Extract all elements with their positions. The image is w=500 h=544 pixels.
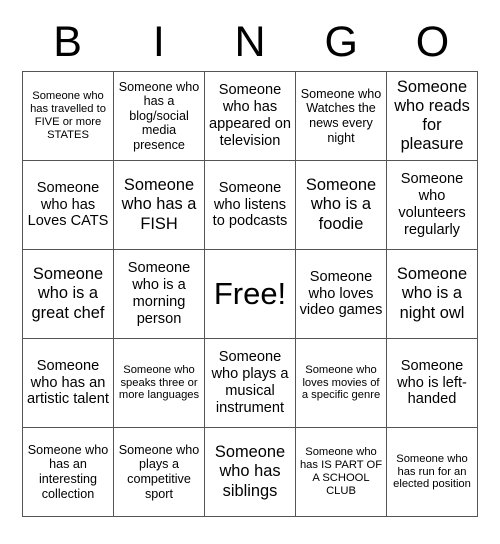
bingo-cell[interactable]: Someone who loves video games — [296, 250, 387, 339]
bingo-cell-label: Someone who plays a competitive sport — [118, 442, 200, 501]
header-letter-b: B — [53, 17, 82, 66]
bingo-cell-label: Someone who is left-handed — [397, 357, 467, 408]
bingo-cell-label: Someone who loves video games — [299, 268, 383, 319]
bingo-cell-free[interactable]: Free! — [205, 250, 296, 339]
bingo-cell[interactable]: Someone who plays a competitive sport — [114, 428, 205, 517]
bingo-cell[interactable]: Someone who plays a musical instrument — [205, 339, 296, 428]
bingo-cell[interactable]: Someone who has an interesting collectio… — [23, 428, 114, 517]
bingo-cell-label: Someone who has appeared on television — [209, 82, 291, 149]
bingo-cell-label: Someone who has an artistic talent — [27, 357, 109, 408]
header-letter-i: I — [152, 17, 165, 66]
bingo-cell-label: Someone who loves movies of a specific g… — [301, 363, 381, 402]
bingo-cell[interactable]: Someone who is a foodie — [296, 161, 387, 250]
bingo-cell-label: Someone who has siblings — [214, 443, 286, 500]
bingo-cell-label: Someone who has IS PART OF A SCHOOL CLUB — [299, 446, 383, 497]
bingo-cell[interactable]: Someone who is a night owl — [387, 250, 478, 339]
bingo-cell-label: Someone who speaks three or more languag… — [118, 363, 200, 402]
bingo-free-label: Free! — [213, 275, 287, 311]
bingo-cell[interactable]: Someone who has Loves CATS — [23, 161, 114, 250]
bingo-cell[interactable]: Someone who loves movies of a specific g… — [296, 339, 387, 428]
bingo-cell[interactable]: Someone who has IS PART OF A SCHOOL CLUB — [296, 428, 387, 517]
bingo-cell[interactable]: Someone who volunteers regularly — [387, 161, 478, 250]
bingo-cell[interactable]: Someone who reads for pleasure — [387, 72, 478, 161]
header-letter-n: N — [234, 17, 266, 66]
bingo-cell[interactable]: Someone who is a great chef — [23, 250, 114, 339]
bingo-cell[interactable]: Someone who is a morning person — [114, 250, 205, 339]
bingo-grid: Someone who has travelled to FIVE or mor… — [22, 71, 478, 517]
bingo-cell[interactable]: Someone who Watches the news every night — [296, 72, 387, 161]
header-letter-o: O — [415, 17, 450, 66]
bingo-cell-label: Someone who is a morning person — [127, 260, 191, 327]
bingo-cell[interactable]: Someone who has siblings — [205, 428, 296, 517]
bingo-cell[interactable]: Someone who has a FISH — [114, 161, 205, 250]
bingo-cell[interactable]: Someone who has travelled to FIVE or mor… — [23, 72, 114, 161]
bingo-header: B I N G O — [22, 14, 478, 70]
bingo-cell-label: Someone who has an interesting collectio… — [27, 442, 109, 501]
bingo-cell-label: Someone who has travelled to FIVE or mor… — [30, 90, 106, 141]
bingo-cell-label: Someone who listens to podcasts — [212, 179, 288, 230]
bingo-cell[interactable]: Someone who is left-handed — [387, 339, 478, 428]
bingo-cell-label: Someone who is a night owl — [396, 265, 468, 322]
bingo-card: B I N G O Someone who has travelled to F… — [0, 0, 500, 544]
bingo-cell[interactable]: Someone who has an artistic talent — [23, 339, 114, 428]
bingo-cell[interactable]: Someone who has a blog/social media pres… — [114, 72, 205, 161]
bingo-cell[interactable]: Someone who has appeared on television — [205, 72, 296, 161]
bingo-cell[interactable]: Someone who has run for an elected posit… — [387, 428, 478, 517]
bingo-cell-label: Someone who is a foodie — [305, 176, 377, 233]
bingo-cell[interactable]: Someone who speaks three or more languag… — [114, 339, 205, 428]
bingo-cell-label: Someone who Watches the news every night — [300, 86, 382, 145]
bingo-cell-label: Someone who plays a musical instrument — [211, 349, 289, 416]
bingo-cell-label: Someone who is a great chef — [31, 265, 105, 322]
bingo-cell[interactable]: Someone who listens to podcasts — [205, 161, 296, 250]
header-letter-g: G — [324, 17, 358, 66]
bingo-cell-label: Someone who volunteers regularly — [398, 171, 466, 238]
bingo-cell-label: Someone who has a blog/social media pres… — [118, 79, 200, 152]
bingo-cell-label: Someone who has Loves CATS — [27, 179, 109, 230]
bingo-cell-label: Someone who has a FISH — [121, 176, 197, 233]
bingo-cell-label: Someone who has run for an elected posit… — [393, 452, 471, 491]
bingo-cell-label: Someone who reads for pleasure — [394, 77, 470, 154]
